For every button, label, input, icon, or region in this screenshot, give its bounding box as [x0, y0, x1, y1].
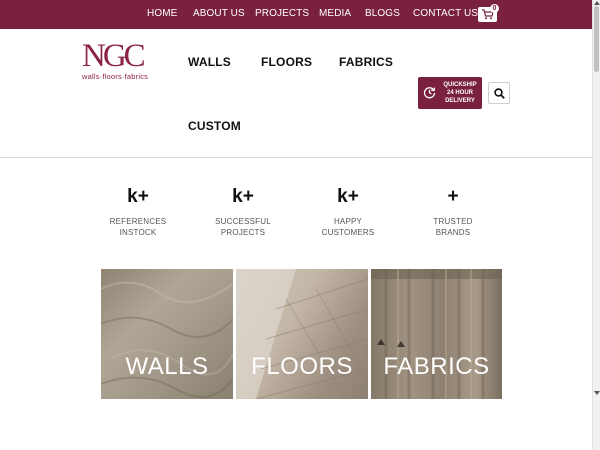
- stat-label-line-2: INSTOCK: [119, 228, 157, 237]
- scroll-up-arrow-icon[interactable]: [594, 1, 600, 5]
- stat-label: REFERENCES INSTOCK: [93, 216, 183, 238]
- scroll-thumb[interactable]: [594, 6, 599, 72]
- top-nav-projects[interactable]: PROJECTS: [255, 8, 309, 19]
- main-nav-fabrics[interactable]: FABRICS: [339, 55, 393, 69]
- stat-label-line-1: SUCCESSFUL: [215, 217, 271, 226]
- stat-value: k+: [127, 186, 149, 207]
- site-logo[interactable]: NGC walls·floors·fabrics: [82, 40, 162, 84]
- search-button[interactable]: [488, 82, 510, 104]
- category-tile-fabrics[interactable]: FABRICS: [371, 269, 502, 399]
- stat-value: k+: [337, 186, 359, 207]
- scroll-down-arrow-icon[interactable]: [594, 391, 600, 395]
- stat-label: TRUSTED BRANDS: [408, 216, 498, 238]
- stat-label: SUCCESSFUL PROJECTS: [198, 216, 288, 238]
- quickship-button[interactable]: QUICKSHIP 24 HOUR DELIVERY: [418, 77, 482, 109]
- search-icon: [494, 88, 505, 99]
- quickship-label: QUICKSHIP 24 HOUR DELIVERY: [440, 81, 480, 105]
- cart-count-badge: 0: [490, 4, 499, 13]
- stat-references: k+ REFERENCES INSTOCK: [93, 186, 183, 238]
- stat-customers: k+ HAPPY CUSTOMERS: [303, 186, 393, 238]
- top-nav-home[interactable]: HOME: [147, 8, 177, 19]
- stat-brands: + TRUSTED BRANDS: [408, 186, 498, 238]
- page-scrollbar[interactable]: [592, 0, 600, 450]
- top-bar: HOME ABOUT US PROJECTS MEDIA BLOGS CONTA…: [0, 0, 592, 29]
- header-divider: [0, 157, 592, 158]
- stat-projects: k+ SUCCESSFUL PROJECTS: [198, 186, 288, 238]
- stat-label-line-1: HAPPY: [333, 217, 363, 226]
- stat-value: k+: [232, 186, 254, 207]
- category-tile-floors[interactable]: FLOORS: [236, 269, 368, 399]
- quickship-line-1: QUICKSHIP: [443, 82, 477, 88]
- stat-label-line-1: REFERENCES: [109, 217, 167, 226]
- stat-value: +: [447, 186, 459, 207]
- stat-label-line-2: BRANDS: [435, 228, 471, 237]
- tile-label-floors: FLOORS: [251, 353, 353, 380]
- stat-label-line-2: PROJECTS: [220, 228, 266, 237]
- category-tile-walls[interactable]: WALLS: [101, 269, 233, 399]
- stat-label-line-1: TRUSTED: [433, 217, 473, 226]
- tile-label-fabrics: FABRICS: [383, 353, 490, 380]
- quickship-line-2: 24 HOUR: [446, 90, 473, 96]
- top-nav-media[interactable]: MEDIA: [319, 8, 351, 19]
- stat-label: HAPPY CUSTOMERS: [303, 216, 393, 238]
- quickship-line-3: DELIVERY: [445, 98, 475, 104]
- logo-mark: NGC: [82, 38, 146, 74]
- stat-label-line-2: CUSTOMERS: [321, 228, 375, 237]
- top-nav-blogs[interactable]: BLOGS: [365, 8, 400, 19]
- logo-tagline: walls·floors·fabrics: [82, 72, 149, 81]
- top-nav-contact-us[interactable]: CONTACT US: [413, 8, 478, 19]
- main-nav-walls[interactable]: WALLS: [188, 55, 231, 69]
- main-nav-floors[interactable]: FLOORS: [261, 55, 312, 69]
- main-nav-custom[interactable]: CUSTOM: [188, 119, 241, 133]
- tile-label-walls: WALLS: [125, 353, 209, 380]
- clock-refresh-icon: [423, 87, 436, 99]
- top-nav-about-us[interactable]: ABOUT US: [193, 8, 245, 19]
